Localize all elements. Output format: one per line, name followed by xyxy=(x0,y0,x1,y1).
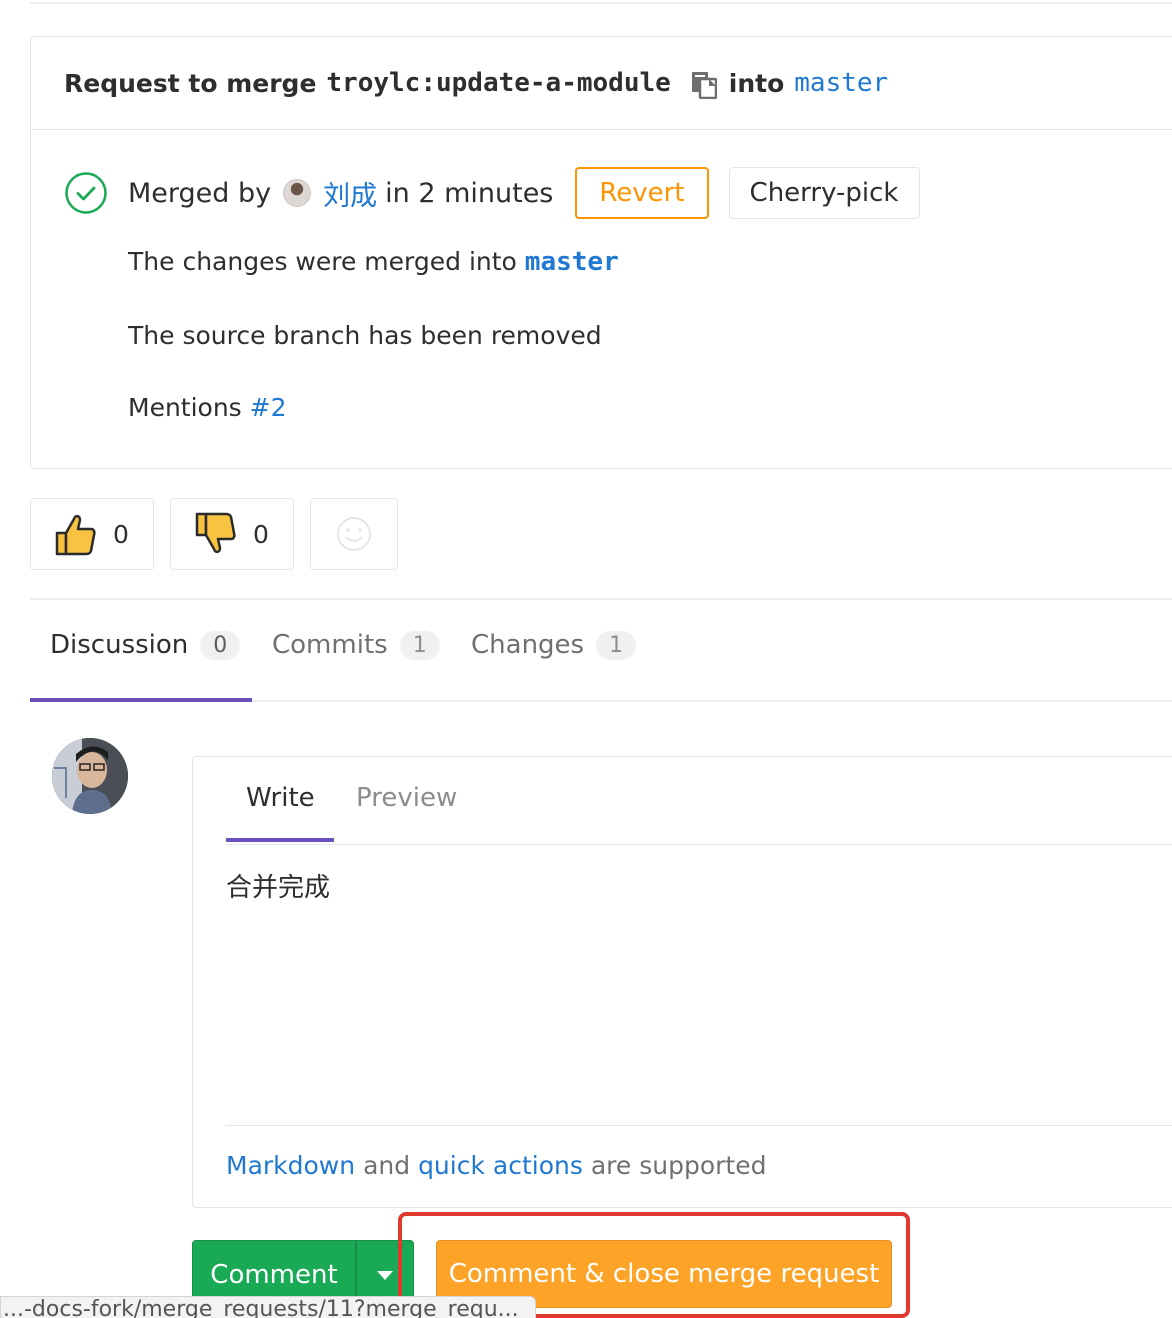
cherry-pick-button[interactable]: Cherry-pick xyxy=(728,167,920,219)
merger-avatar[interactable] xyxy=(283,179,312,207)
merged-into-text: The changes were merged into master xyxy=(128,247,619,277)
active-tab-indicator xyxy=(30,698,252,702)
tab-commits-label: Commits xyxy=(272,630,388,660)
mentions-line: Mentions #2 xyxy=(128,393,287,422)
tab-commits-count: 1 xyxy=(399,630,440,660)
quick-actions-link[interactable]: quick actions xyxy=(418,1151,583,1180)
merge-duration: in 2 minutes xyxy=(385,177,554,209)
tab-preview[interactable]: Preview xyxy=(356,783,457,813)
tab-write[interactable]: Write xyxy=(246,783,315,813)
editor-tabs: Write Preview xyxy=(226,757,1172,845)
merged-check-icon xyxy=(65,172,107,214)
smiley-icon xyxy=(337,517,371,551)
source-removed-text: The source branch has been removed xyxy=(128,321,602,350)
top-divider xyxy=(30,2,1172,4)
merged-into-branch-link[interactable]: master xyxy=(525,247,619,277)
thumbs-down-count: 0 xyxy=(253,519,269,549)
tab-discussion-label: Discussion xyxy=(50,630,189,660)
merged-by-label: Merged by xyxy=(128,177,272,209)
current-user-avatar[interactable] xyxy=(52,738,128,814)
merge-request-widget: Request to merge troylc:update-a-module … xyxy=(30,36,1172,469)
comment-textarea[interactable]: 合并完成 xyxy=(226,867,1172,1125)
markdown-hint-suffix: are supported xyxy=(590,1151,767,1180)
tab-commits[interactable]: Commits 1 xyxy=(272,630,440,660)
chevron-down-icon xyxy=(377,1270,393,1280)
header-into: into xyxy=(728,68,785,98)
merge-request-tabs: Discussion 0 Commits 1 Changes 1 xyxy=(30,600,1172,702)
merger-user-link[interactable]: 刘成 xyxy=(323,174,377,213)
tab-changes[interactable]: Changes 1 xyxy=(471,630,637,660)
mentions-issue-link[interactable]: #2 xyxy=(250,393,287,422)
thumbs-down-button[interactable]: 0 xyxy=(170,498,294,570)
status-bar-url: ...-docs-fork/merge_requests/11?merge_re… xyxy=(0,1296,536,1318)
thumbs-up-icon xyxy=(55,514,96,556)
revert-button[interactable]: Revert xyxy=(575,167,709,219)
target-branch-link[interactable]: master xyxy=(794,68,888,98)
mentions-label: Mentions xyxy=(128,393,242,422)
merged-into-label: The changes were merged into xyxy=(128,247,517,276)
markdown-hint: Markdown and quick actions are supported xyxy=(226,1151,766,1180)
tab-changes-label: Changes xyxy=(471,630,585,660)
thumbs-up-button[interactable]: 0 xyxy=(30,498,154,570)
comment-editor: Write Preview 合并完成 Markdown and quick ac… xyxy=(192,756,1172,1208)
markdown-link[interactable]: Markdown xyxy=(226,1151,355,1180)
thumbs-down-icon xyxy=(195,512,236,554)
tab-discussion[interactable]: Discussion 0 xyxy=(50,630,241,660)
copy-branch-icon[interactable] xyxy=(691,71,718,100)
tab-changes-count: 1 xyxy=(596,630,637,660)
add-reaction-button[interactable] xyxy=(310,498,398,570)
markdown-hint-and: and xyxy=(363,1151,411,1180)
merge-request-header: Request to merge troylc:update-a-module … xyxy=(31,37,1172,130)
source-branch: troylc:update-a-module xyxy=(326,68,671,98)
thumbs-up-count: 0 xyxy=(113,519,129,549)
header-prefix: Request to merge xyxy=(64,68,317,98)
merged-status-line: Merged by 刘成 in 2 minutes Revert Cherry-… xyxy=(64,167,920,219)
editor-active-tab-indicator xyxy=(226,838,334,842)
editor-divider xyxy=(226,1125,1172,1126)
tab-discussion-count: 0 xyxy=(200,630,241,660)
